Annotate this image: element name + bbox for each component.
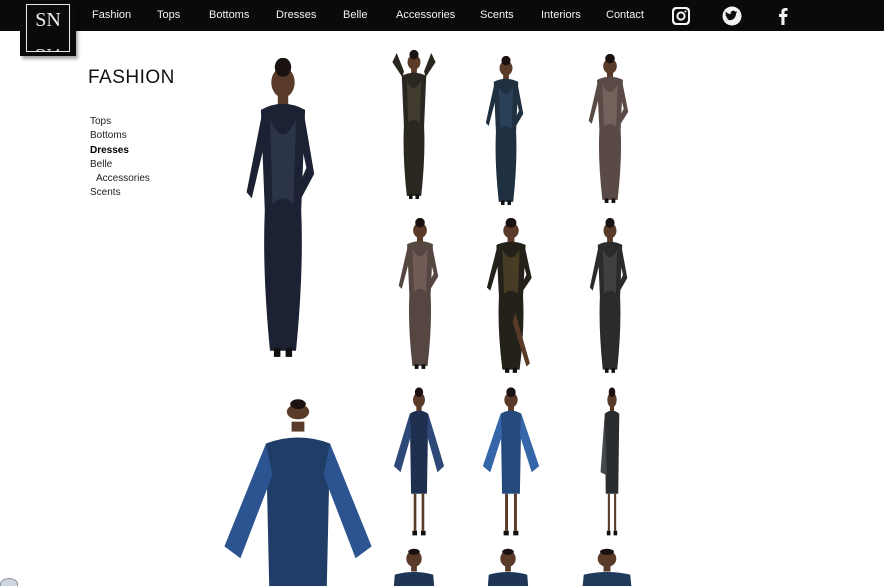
- twitter-icon[interactable]: [722, 6, 742, 26]
- photo-partial-3[interactable]: [578, 548, 636, 586]
- model-figure-icon: [589, 218, 628, 373]
- model-figure-icon: [485, 56, 524, 205]
- subnav-accessories[interactable]: Accessories: [90, 172, 150, 186]
- photo-blue-cape-dress-2[interactable]: [474, 386, 548, 540]
- model-figure-icon: [487, 548, 529, 586]
- photo-black-sequin-gown-arms-up[interactable]: [378, 50, 450, 202]
- nav-scents[interactable]: Scents: [480, 9, 514, 21]
- subnav-belle[interactable]: Belle: [90, 158, 150, 172]
- brand-logo[interactable]: SN SN: [20, 0, 76, 56]
- nav-interiors[interactable]: Interiors: [541, 9, 581, 21]
- subnav-tops[interactable]: Tops: [90, 115, 150, 129]
- model-figure-icon: [392, 50, 436, 199]
- main-nav: Fashion Tops Bottoms Dresses Belle Acces…: [0, 0, 884, 31]
- facebook-icon[interactable]: [773, 6, 793, 26]
- model-figure-icon: [246, 58, 315, 357]
- model-figure-icon: [486, 218, 532, 373]
- page-title: FASHION: [88, 67, 175, 88]
- model-figure-icon: [393, 387, 445, 536]
- model-figure-icon: [482, 387, 540, 536]
- photo-blue-cape-dress-large[interactable]: [218, 388, 378, 586]
- photo-partial-2[interactable]: [484, 548, 532, 586]
- photo-navy-cape-dress-1[interactable]: [386, 386, 452, 540]
- svg-text:SN: SN: [35, 9, 61, 31]
- subnav-bottoms[interactable]: Bottoms: [90, 129, 150, 143]
- model-figure-icon: [224, 399, 372, 586]
- photo-navy-sequin-gown-large[interactable]: [218, 58, 348, 363]
- model-figure-icon: [588, 54, 629, 203]
- model-figure-icon: [600, 387, 620, 536]
- nav-fashion[interactable]: Fashion: [92, 9, 131, 21]
- subnav-dresses[interactable]: Dresses: [90, 144, 150, 158]
- logo-monogram-icon: SN SN: [26, 4, 70, 52]
- photo-black-gold-gown-leg[interactable]: [468, 218, 554, 376]
- nav-dresses[interactable]: Dresses: [276, 9, 316, 21]
- photo-navy-gown-back[interactable]: [470, 56, 542, 208]
- photo-champagne-gown-pose-1[interactable]: [572, 54, 648, 206]
- model-figure-icon: [398, 218, 439, 369]
- scroll-corner-widget[interactable]: [0, 578, 18, 586]
- photo-champagne-gown-pose-2[interactable]: [382, 218, 458, 372]
- photo-partial-1[interactable]: [390, 548, 438, 586]
- instagram-icon[interactable]: [671, 6, 691, 26]
- model-figure-icon: [393, 548, 435, 586]
- nav-accessories[interactable]: Accessories: [396, 9, 455, 21]
- svg-text:SN: SN: [35, 44, 61, 52]
- category-subnav: Tops Bottoms Dresses Belle Accessories S…: [90, 115, 150, 201]
- photo-charcoal-cape-dress[interactable]: [586, 386, 638, 540]
- model-figure-icon: [582, 548, 632, 586]
- photo-black-sequin-gown-pose[interactable]: [574, 218, 646, 376]
- nav-contact[interactable]: Contact: [606, 9, 644, 21]
- nav-bottoms[interactable]: Bottoms: [209, 9, 249, 21]
- nav-tops[interactable]: Tops: [157, 9, 180, 21]
- subnav-scents[interactable]: Scents: [90, 186, 150, 200]
- nav-belle[interactable]: Belle: [343, 9, 367, 21]
